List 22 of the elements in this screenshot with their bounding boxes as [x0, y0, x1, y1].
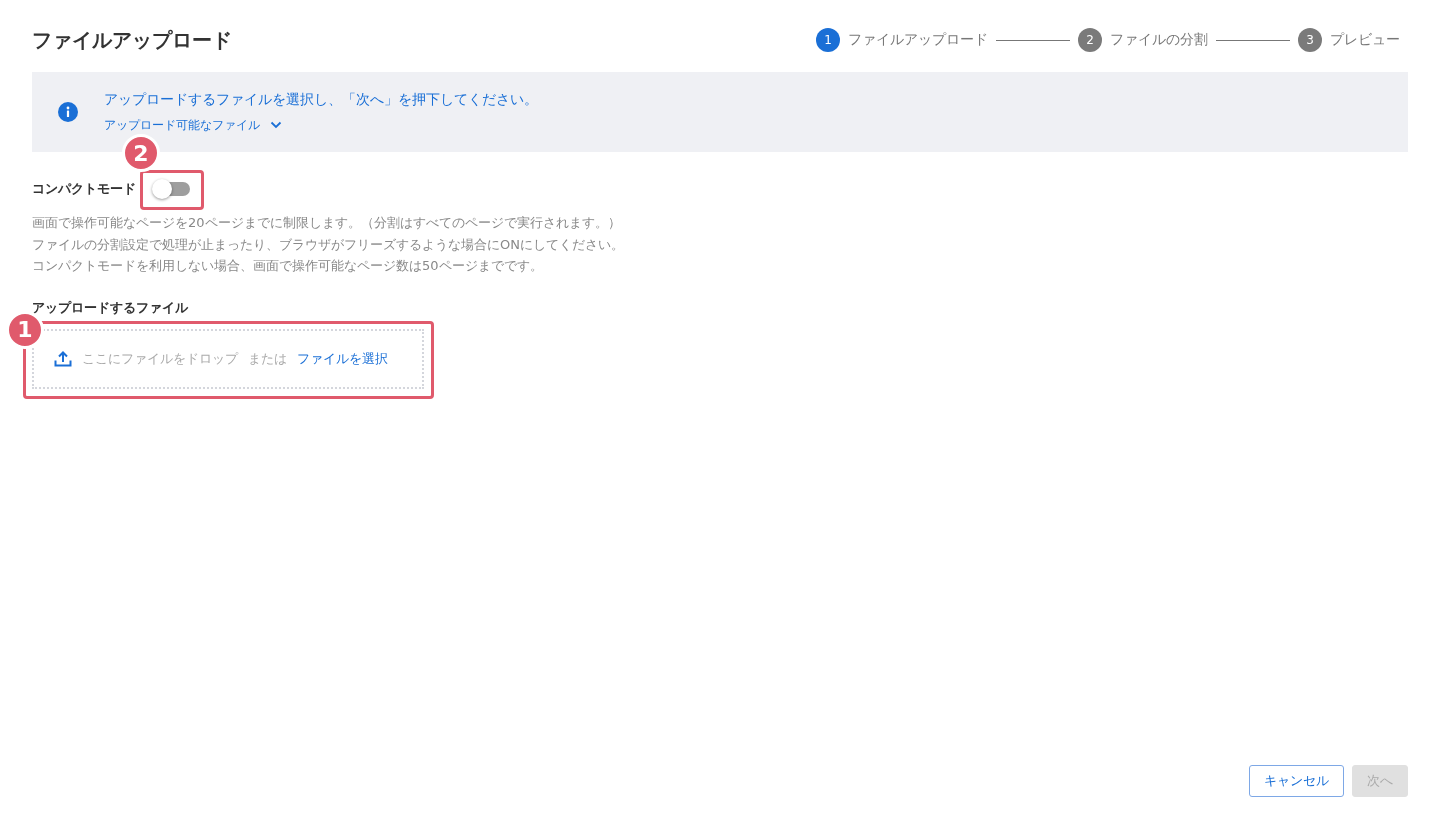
step-label: ファイルの分割 — [1110, 31, 1208, 49]
file-drop-zone[interactable]: ここにファイルをドロップ または ファイルを選択 — [32, 328, 424, 389]
upload-icon — [54, 350, 72, 367]
info-icon — [58, 102, 78, 122]
drop-hint: ここにファイルをドロップ — [82, 349, 238, 368]
description-text: コンパクトモードを利用しない場合、画面で操作可能なページ数は50ページまでです。 — [32, 257, 544, 275]
step-number: 3 — [1298, 28, 1322, 52]
description-text: 画面で操作可能なページを20ページまでに制限します。（分割はすべてのページで実行されます。） — [32, 214, 622, 232]
compact-mode-label: コンパクトモード — [32, 180, 136, 198]
file-types-expander[interactable]: アップロード可能なファイル — [104, 116, 538, 134]
info-message: アップロードするファイルを選択し、「次へ」を押下してください。 — [104, 90, 538, 109]
select-file-link[interactable]: ファイルを選択 — [297, 349, 388, 368]
step-number: 2 — [1078, 28, 1102, 52]
step-number: 1 — [816, 28, 840, 52]
step-label: ファイルアップロード — [848, 31, 988, 49]
chevron-icon — [270, 121, 282, 129]
step-label: プレビュー — [1330, 31, 1400, 49]
or-text: または — [248, 349, 287, 368]
description-text: ファイルの分割設定で処理が止まったり、ブラウザがフリーズするような場合にONにしてください。 — [32, 235, 625, 254]
page-title: ファイルアップロード — [32, 26, 232, 54]
cancel-button[interactable]: キャンセル — [1249, 765, 1344, 797]
compact-mode-toggle[interactable] — [154, 182, 190, 196]
